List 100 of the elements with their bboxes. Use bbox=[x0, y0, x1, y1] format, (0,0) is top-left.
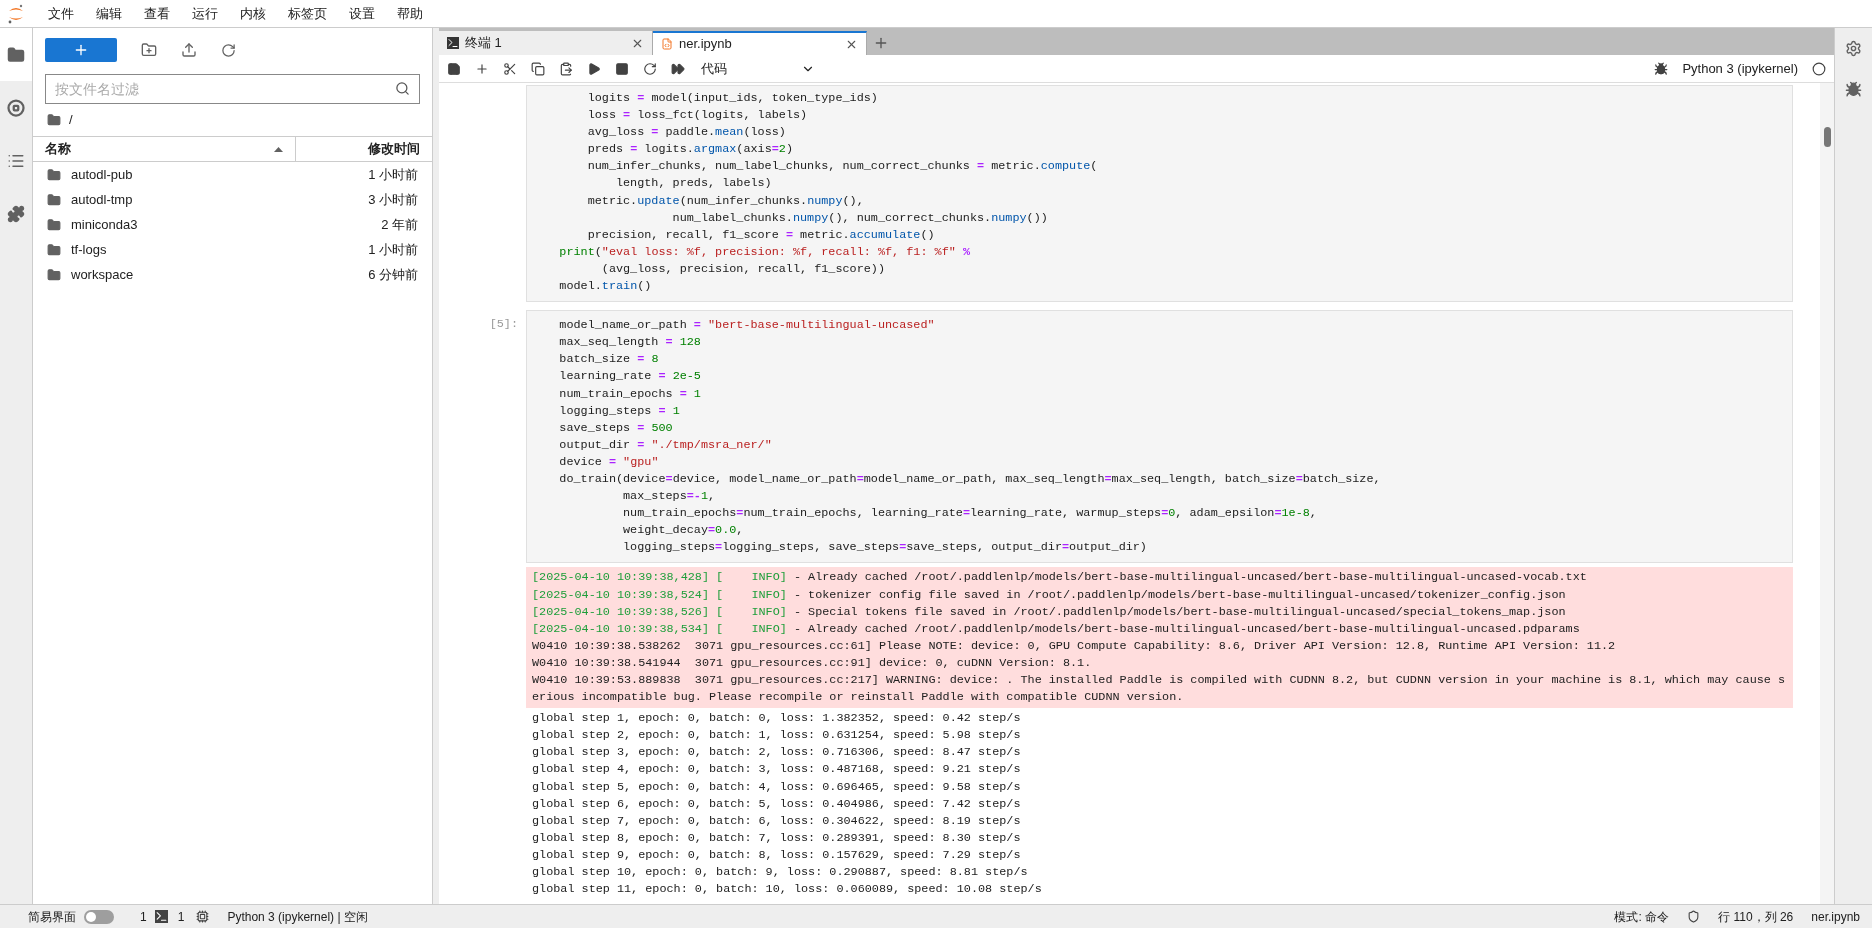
column-header[interactable]: 修改时间 bbox=[296, 137, 432, 161]
output-line: [2025-04-10 10:39:38,428] [ INFO] - Already cached /root/.paddlenlp/models/bert-base-multilingual-uncased/bert-base-multilingual-uncased-vocab.txt bbox=[532, 569, 1588, 587]
search-icon bbox=[395, 81, 410, 96]
output-line: W0410 10:39:53.889838 3071 gpu_resources.cc:217] WARNING: device: . The installed Paddle is compiled with CUDNN 8.2, but CUDNN version in your machine is 8.1, which may cause serious incompatible bug. Please recompile or reinstall Paddle with compatible CUDNN version. bbox=[532, 672, 1787, 707]
column-header[interactable]: 名称 bbox=[33, 137, 296, 161]
output-line: W0410 10:39:38.538262 3071 gpu_resources.cc:61] Please NOTE: device: 0, GPU Compute Capability: 8.6, Driver API Version: 12.8, Runtime API Version: 11.2 bbox=[532, 637, 1617, 655]
tab[interactable]: 终端 1 bbox=[439, 31, 653, 55]
code-line: preds = logits.argmax(axis=2) bbox=[586, 141, 795, 159]
file-name: tf-logs bbox=[71, 240, 108, 259]
stop-icon[interactable] bbox=[615, 61, 629, 76]
code-line: max_steps=-1, bbox=[622, 488, 717, 506]
plus-icon bbox=[73, 42, 89, 58]
code-cell[interactable] bbox=[526, 85, 1793, 303]
file-row[interactable]: tf-logs 1 小时前 bbox=[33, 237, 432, 262]
menu-item[interactable]: 运行 bbox=[181, 3, 229, 24]
upload-icon[interactable] bbox=[181, 42, 197, 58]
code-line: num_label_chunks.numpy(), num_correct_chunks.numpy()) bbox=[671, 209, 1049, 227]
shield-icon[interactable] bbox=[1687, 910, 1701, 923]
notebook-icon bbox=[661, 38, 673, 50]
kernel-idle-icon bbox=[1812, 61, 1826, 76]
code-line: num_train_epochs = 1 bbox=[558, 385, 702, 403]
logo-icon bbox=[7, 2, 25, 25]
code-line: model.train() bbox=[558, 278, 653, 296]
modified-time: 1 小时前 bbox=[368, 165, 418, 184]
code-line: learning_rate = 2e-5 bbox=[558, 368, 702, 386]
new-tab-icon[interactable] bbox=[873, 35, 889, 51]
code-line: metric.update(num_infer_chunks.numpy(), bbox=[586, 192, 865, 210]
cell-type-dropdown[interactable]: 代码 bbox=[701, 58, 815, 79]
scrollbar[interactable] bbox=[1820, 83, 1834, 904]
kernel-status[interactable]: Python 3 (ipykernel) | 空闲 bbox=[227, 907, 368, 926]
code-line: output_dir = "./tmp/msra_ner/" bbox=[558, 436, 773, 454]
file-row[interactable]: autodl-tmp 3 小时前 bbox=[33, 187, 432, 212]
code-line: logging_steps = 1 bbox=[558, 402, 681, 420]
restart-icon[interactable] bbox=[643, 61, 657, 76]
tab[interactable]: ner.ipynb bbox=[653, 31, 867, 55]
breadcrumb[interactable]: / bbox=[69, 110, 73, 130]
stop-circle-icon bbox=[7, 98, 25, 117]
code-line: do_train(device=device, model_name_or_path=model_name_or_path, max_seq_length=max_seq_length, batch_size=batch_size, bbox=[558, 470, 1382, 488]
bug-icon[interactable] bbox=[1654, 61, 1669, 76]
terminal-icon bbox=[447, 37, 459, 49]
output-line: global step 1, epoch: 0, batch: 0, loss: 1.382352, speed: 0.42 step/s bbox=[532, 710, 1022, 728]
output-line: global step 10, epoch: 0, batch: 9, loss: 0.290887, speed: 8.81 step/s bbox=[532, 864, 1029, 882]
terminal-icon[interactable] bbox=[154, 910, 168, 923]
kernel-name[interactable]: Python 3 (ipykernel) bbox=[1682, 58, 1798, 79]
code-line: model_name_or_path = "bert-base-multilingual-uncased" bbox=[558, 317, 936, 335]
output-line: global step 8, epoch: 0, batch: 7, loss: 0.289391, speed: 8.30 step/s bbox=[532, 829, 1022, 847]
output-line: global step 3, epoch: 0, batch: 2, loss: 0.716306, speed: 8.47 step/s bbox=[532, 744, 1022, 762]
menu-item[interactable]: 标签页 bbox=[277, 3, 338, 24]
file-row[interactable]: autodl-pub 1 小时前 bbox=[33, 162, 432, 187]
output-line: global step 7, epoch: 0, batch: 6, loss: 0.304622, speed: 8.19 step/s bbox=[532, 812, 1022, 830]
chip-icon[interactable] bbox=[196, 910, 210, 923]
menu-item[interactable]: 设置 bbox=[338, 3, 386, 24]
save-icon[interactable] bbox=[447, 61, 461, 76]
copy-icon[interactable] bbox=[531, 61, 545, 76]
code-line: print("eval loss: %f, precision: %f, recall: %f, f1: %f" % bbox=[558, 243, 971, 261]
plus-icon[interactable] bbox=[475, 61, 489, 76]
folder-icon bbox=[47, 192, 61, 207]
file-name: miniconda3 bbox=[71, 215, 139, 234]
output-line: global step 4, epoch: 0, batch: 3, loss: 0.487168, speed: 9.21 step/s bbox=[532, 761, 1022, 779]
menu-item[interactable]: 查看 bbox=[133, 3, 181, 24]
output-line: [2025-04-10 10:39:38,526] [ INFO] - Special tokens file saved in /root/.paddlenlp/models/bert-base-multilingual-uncased/special_tokens_map.json bbox=[532, 603, 1567, 621]
fast-forward-icon[interactable] bbox=[671, 61, 685, 76]
menu-item[interactable]: 内核 bbox=[229, 3, 277, 24]
new-launcher-button[interactable] bbox=[45, 38, 117, 62]
cursor-position[interactable]: 行 110，列 26 bbox=[1718, 907, 1794, 926]
file-row[interactable]: miniconda3 2 年前 bbox=[33, 212, 432, 237]
paste-icon[interactable] bbox=[559, 61, 573, 76]
status-label: 简易界面 bbox=[28, 908, 76, 926]
output-line: global step 5, epoch: 0, batch: 4, loss: 0.696465, speed: 9.58 step/s bbox=[532, 778, 1022, 796]
run-icon[interactable] bbox=[587, 61, 601, 76]
menu-item[interactable]: 编辑 bbox=[85, 3, 133, 24]
code-line: num_infer_chunks, num_label_chunks, num_correct_chunks = metric.compute( bbox=[586, 158, 1099, 176]
refresh-icon[interactable] bbox=[221, 42, 236, 58]
cell-prompt: [5]: bbox=[489, 317, 518, 332]
code-line: save_steps = 500 bbox=[558, 419, 674, 437]
output-line: global step 2, epoch: 0, batch: 1, loss: 0.631254, speed: 5.98 step/s bbox=[532, 727, 1022, 745]
menu-item[interactable]: 文件 bbox=[37, 3, 85, 24]
bug-icon[interactable] bbox=[1845, 81, 1862, 98]
code-line: length, preds, labels) bbox=[614, 175, 773, 193]
output-line: global step 9, epoch: 0, batch: 8, loss: 0.157629, speed: 7.29 step/s bbox=[532, 846, 1022, 864]
code-line: max_seq_length = 128 bbox=[558, 334, 702, 352]
code-cell[interactable] bbox=[526, 310, 1793, 564]
code-line: weight_decay=0.0, bbox=[622, 522, 745, 540]
output-line: [2025-04-10 10:39:38,524] [ INFO] - tokenizer config file saved in /root/.paddlenlp/models/bert-base-multilingual-uncased/tokenizer_config.json bbox=[532, 586, 1567, 604]
folder-icon bbox=[47, 167, 61, 182]
sidebar-tab[interactable] bbox=[0, 28, 32, 81]
file-name: autodl-pub bbox=[71, 165, 134, 184]
filter-field[interactable]: 按文件名过滤 bbox=[45, 74, 420, 104]
file-name: autodl-tmp bbox=[71, 190, 134, 209]
column-label: 名称 bbox=[45, 140, 71, 159]
folder-icon bbox=[47, 113, 61, 127]
gears-icon[interactable] bbox=[1845, 40, 1862, 57]
output-line: global step 6, epoch: 0, batch: 5, loss: 0.404986, speed: 7.42 step/s bbox=[532, 795, 1022, 813]
menu-item[interactable]: 帮助 bbox=[386, 3, 434, 24]
cut-icon[interactable] bbox=[503, 61, 517, 76]
output-line: [2025-04-10 10:39:38,534] [ INFO] - Already cached /root/.paddlenlp/models/bert-base-multilingual-uncased/bert-base-multilingual-uncased.pdparams bbox=[532, 620, 1581, 638]
toggle-switch[interactable] bbox=[84, 909, 114, 924]
file-row[interactable]: workspace 6 分钟前 bbox=[33, 262, 432, 287]
new-folder-icon[interactable] bbox=[141, 42, 157, 58]
code-line: logging_steps=logging_steps, save_steps=save_steps, output_dir=output_dir) bbox=[622, 539, 1148, 557]
